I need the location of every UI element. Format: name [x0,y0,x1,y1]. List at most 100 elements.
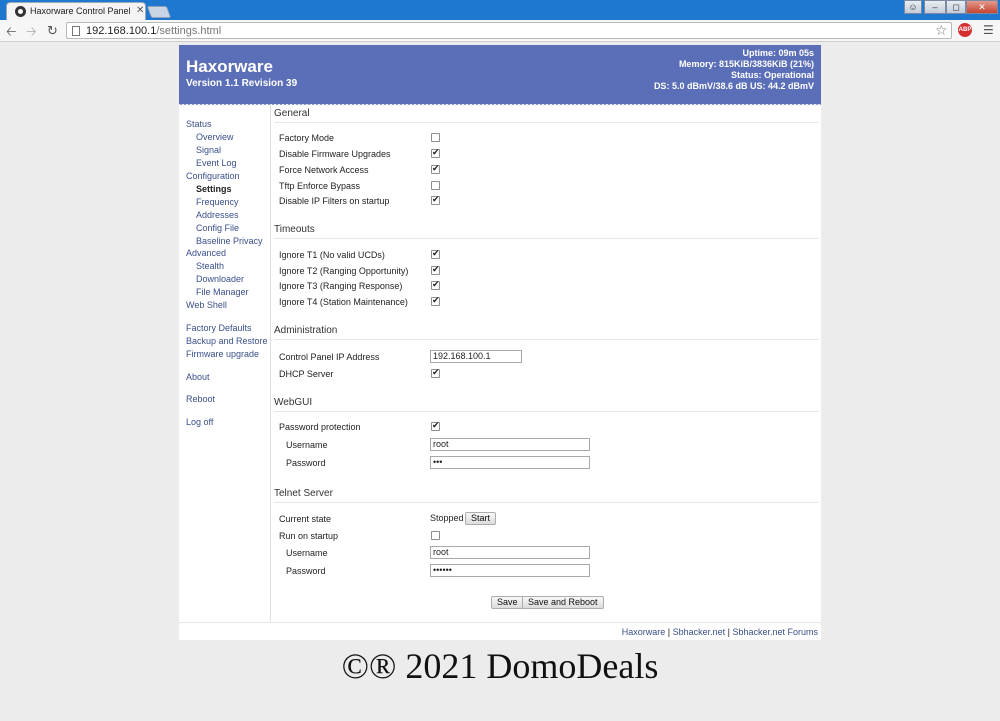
reload-icon[interactable]: ↻ [47,23,58,39]
browser-tab[interactable]: Haxorware Control Panel ✕ [6,2,146,20]
dhcp-server-label: DHCP Server [279,369,334,379]
sidebar-item-event-log[interactable]: Event Log [196,158,237,168]
sidebar-item-signal[interactable]: Signal [196,145,221,155]
cp-ip-input[interactable]: 192.168.100.1 [430,350,522,363]
adblock-icon[interactable]: ABP [958,23,972,37]
sidebar-item-overview[interactable]: Overview [196,132,234,142]
site-favicon-icon [15,6,26,17]
back-arrow-icon[interactable]: 🡠 [6,23,17,45]
section-telnet-title: Telnet Server [274,488,333,499]
brand-title: Haxorware [186,57,273,76]
sidebar-item-addresses[interactable]: Addresses [196,210,239,220]
version-text: Version 1.1 Revision 39 [186,78,298,89]
factory-mode-checkbox[interactable] [431,133,440,142]
ignore-t1-label: Ignore T1 (No valid UCDs) [279,250,385,260]
control-panel-page: Haxorware Version 1.1 Revision 39 Uptime… [179,45,821,640]
sidebar-item-status[interactable]: Status [186,119,212,129]
tftp-bypass-label: Tftp Enforce Bypass [279,181,361,191]
telnet-username-label: Username [286,548,328,558]
password-protection-checkbox[interactable] [431,420,440,431]
force-network-access-label: Force Network Access [279,165,369,175]
footer-separator: | [665,627,673,637]
telnet-state-value: Stopped [430,513,464,523]
dhcp-server-checkbox[interactable] [431,367,440,378]
sidebar-item-config-file[interactable]: Config File [196,223,239,233]
telnet-state-label: Current state [279,514,332,524]
sidebar-item-file-manager[interactable]: File Manager [196,287,249,297]
section-divider [274,411,819,412]
page-icon [72,26,80,36]
sidebar-item-stealth[interactable]: Stealth [196,261,224,271]
uptime-text: Uptime: 09m 05s [742,48,814,58]
telnet-start-button[interactable]: Start [465,512,497,525]
tab-title: Haxorware Control Panel [30,6,131,16]
sidebar-item-log-off[interactable]: Log off [186,417,213,427]
signal-text: DS: 5.0 dBmV/38.6 dB US: 44.2 dBmV [653,81,814,91]
address-bar[interactable]: 192.168.100.1/settings.html [66,22,952,39]
disable-fw-upgrades-checkbox[interactable] [431,147,440,158]
ignore-t4-checkbox[interactable] [431,295,440,306]
sidebar-item-about[interactable]: About [186,372,210,382]
bookmark-star-icon[interactable]: ☆ [935,22,948,39]
telnet-password-input[interactable]: •••••• [430,564,590,577]
disable-fw-upgrades-label: Disable Firmware Upgrades [279,149,391,159]
browser-menu-icon[interactable]: ☰ [983,23,994,37]
footer-links: Haxorware | Sbhacker.net | Sbhacker.net … [622,627,818,637]
footer-link-haxorware[interactable]: Haxorware [622,627,666,637]
run-on-startup-checkbox[interactable] [431,531,440,540]
sidebar-item-settings[interactable]: Settings [196,184,232,194]
footer-link-forums[interactable]: Sbhacker.net Forums [732,627,818,637]
ignore-t3-label: Ignore T3 (Ranging Response) [279,281,403,291]
forward-arrow-icon[interactable]: 🡢 [26,23,37,45]
sidebar-item-frequency[interactable]: Frequency [196,197,239,207]
section-divider [274,238,819,239]
sidebar-item-downloader[interactable]: Downloader [196,274,244,284]
sidebar-item-reboot[interactable]: Reboot [186,394,215,404]
sidebar-item-advanced[interactable]: Advanced [186,248,226,258]
new-tab-button[interactable] [146,6,172,18]
sidebar-item-factory-defaults[interactable]: Factory Defaults [186,323,252,333]
disable-ip-filters-label: Disable IP Filters on startup [279,196,390,206]
url-path: /settings.html [156,25,222,37]
sidebar-item-web-shell[interactable]: Web Shell [186,300,227,310]
memory-text: Memory: 815KiB/3836KiB (21%) [678,59,814,69]
sidebar-item-baseline-privacy[interactable]: Baseline Privacy [196,236,263,246]
sidebar-nav: Status Overview Signal Event Log Configu… [179,104,271,622]
section-divider [274,122,819,123]
webgui-username-input[interactable]: root [430,438,590,451]
section-webgui-title: WebGUI [274,397,313,408]
tab-close-icon[interactable]: ✕ [136,5,144,16]
telnet-password-label: Password [286,566,326,576]
minimize-window-button[interactable]: – [924,0,946,14]
tftp-bypass-checkbox[interactable] [431,181,440,190]
copyright-watermark: ©® 2021 DomoDeals [341,646,659,686]
save-button[interactable]: Save [491,596,524,609]
save-and-reboot-button[interactable]: Save and Reboot [522,596,604,609]
ignore-t1-checkbox[interactable] [431,248,440,259]
telnet-username-input[interactable]: root [430,546,590,559]
page-header: Haxorware Version 1.1 Revision 39 Uptime… [179,45,821,107]
maximize-window-button[interactable]: ◻ [946,0,966,14]
status-text: Status: Operational [730,70,814,80]
url-host: 192.168.100.1 [86,25,157,37]
sidebar-item-configuration[interactable]: Configuration [186,171,240,181]
ignore-t2-checkbox[interactable] [431,264,440,275]
disable-ip-filters-checkbox[interactable] [431,194,440,205]
url-text: 192.168.100.1/settings.html [86,25,221,37]
header-scallop-border [179,103,821,107]
browser-titlebar: Haxorware Control Panel ✕ ☺ – ◻ ✕ [0,0,1000,20]
webgui-username-label: Username [286,440,328,450]
run-on-startup-label: Run on startup [279,531,339,541]
force-network-access-checkbox[interactable] [431,163,440,174]
sidebar-item-backup-restore[interactable]: Backup and Restore [186,336,268,346]
webgui-password-label: Password [286,458,326,468]
ignore-t3-checkbox[interactable] [431,279,440,290]
close-window-button[interactable]: ✕ [966,0,998,14]
webgui-password-input[interactable]: ••• [430,456,590,469]
factory-mode-label: Factory Mode [279,133,335,143]
user-profile-icon[interactable]: ☺ [904,0,922,14]
sidebar-item-firmware-upgrade[interactable]: Firmware upgrade [186,349,259,359]
section-administration-title: Administration [274,325,338,336]
footer-link-sbhacker[interactable]: Sbhacker.net [673,627,726,637]
section-general-title: General [274,108,310,119]
